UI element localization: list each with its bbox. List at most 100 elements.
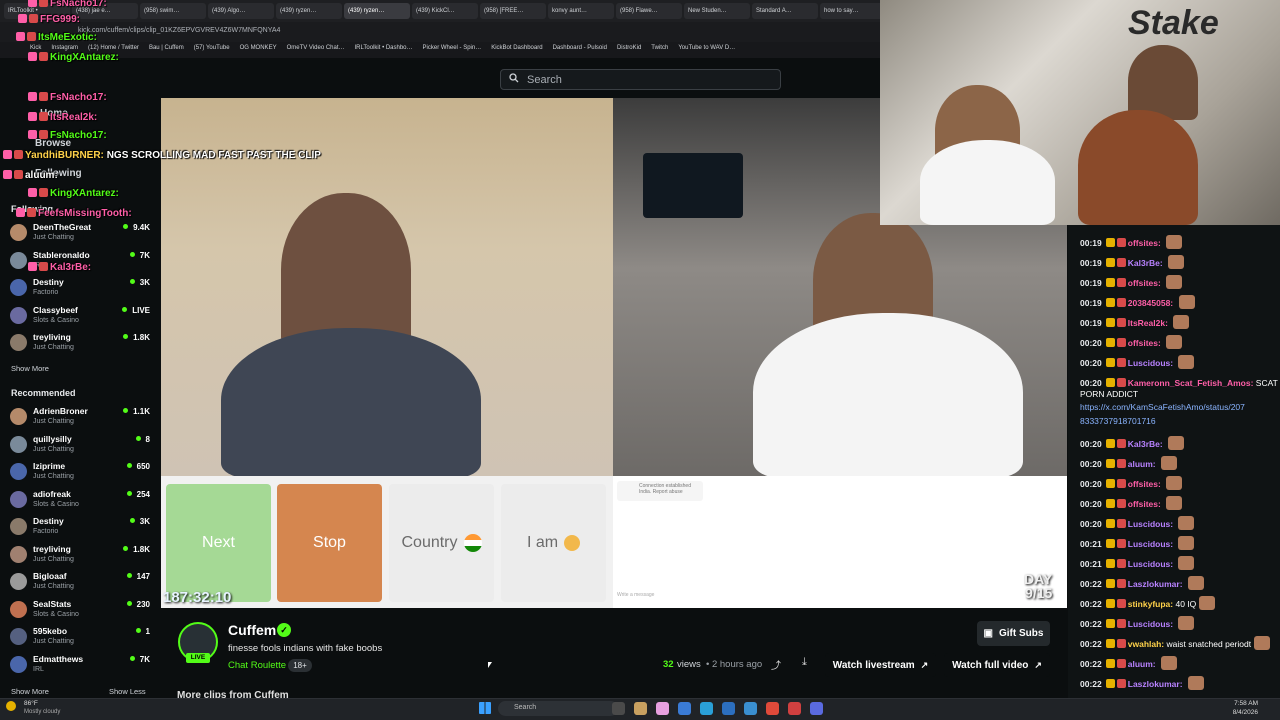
chat-username[interactable]: Luscidous:: [1128, 559, 1173, 569]
channel-avatar-icon: [10, 334, 27, 351]
gift-subs-button[interactable]: ▣ Gift Subs: [977, 621, 1050, 646]
sub-badge-icon: [1116, 338, 1126, 347]
channel-row[interactable]: treyliving Just Chatting 1.8K: [10, 543, 150, 569]
browser-tab[interactable]: how to say…: [820, 3, 880, 19]
channel-row-category: Slots & Casino: [33, 316, 79, 324]
browser-tab[interactable]: (958) Flawe…: [616, 3, 682, 19]
browser-tab[interactable]: (958) [FREE…: [480, 3, 546, 19]
day-label: DAY: [1024, 571, 1053, 587]
share-icon[interactable]: ⤴: [771, 657, 785, 672]
show-more-button[interactable]: Show More: [11, 364, 49, 373]
watch-livestream-button[interactable]: Watch livestream ↗: [825, 653, 936, 677]
message-input[interactable]: Write a message: [617, 592, 654, 598]
chat-message: 00:19 offsites:: [1080, 275, 1183, 289]
channel-row-viewers: LIVE: [122, 306, 150, 315]
channel-row[interactable]: adiofreak Slots & Casino 254: [10, 488, 150, 514]
chat-message: 00:19 Kal3rBe:: [1080, 255, 1185, 269]
channel-row[interactable]: Iziprime Just Chatting 650: [10, 460, 150, 486]
sub-badge-icon: [1116, 538, 1126, 548]
chat-username[interactable]: Kal3rBe:: [1128, 439, 1163, 449]
show-less-button[interactable]: Show Less: [109, 687, 146, 696]
mail-icon[interactable]: [722, 702, 735, 715]
sub-badge-icon: [28, 188, 37, 197]
chat-username[interactable]: Kameronn_Scat_Fetish_Amos:: [1128, 378, 1254, 388]
iam-button[interactable]: I am: [501, 484, 606, 602]
recommended-title: Recommended: [11, 388, 76, 398]
next-button[interactable]: Next: [166, 484, 271, 602]
chat-username[interactable]: Kal3rBe:: [1128, 258, 1163, 268]
channel-row-category: Just Chatting: [33, 638, 74, 645]
bookmark-item[interactable]: Dashboard - Pulsoid: [553, 45, 607, 55]
wall-sign: [643, 153, 743, 218]
watch-full-video-button[interactable]: Watch full video ↗: [944, 653, 1050, 677]
chat-username[interactable]: stinkyfupa:: [1128, 599, 1173, 609]
channel-row[interactable]: Classybeef Slots & Casino LIVE: [10, 304, 150, 330]
chat-username[interactable]: 203845058:: [1128, 298, 1173, 308]
country-button[interactable]: Country: [389, 484, 494, 602]
chat-username[interactable]: Laszlokumar:: [1128, 579, 1183, 589]
bookmark-item[interactable]: KickBot Dashboard: [491, 45, 542, 55]
task-view-icon[interactable]: [612, 702, 625, 715]
teams-icon[interactable]: [810, 702, 823, 715]
start-icon[interactable]: [479, 702, 491, 714]
gift-badge-icon: [14, 150, 23, 159]
bookmark-item[interactable]: YouTube to WAV D…: [678, 45, 735, 55]
chat-username[interactable]: offsites:: [1128, 338, 1161, 348]
bookmark-item[interactable]: Picker Wheel - Spin…: [423, 45, 482, 55]
chat-username[interactable]: Luscidous:: [1128, 539, 1173, 549]
gift-badge-icon: [39, 0, 48, 7]
chat-username[interactable]: offsites:: [1128, 238, 1161, 248]
category-link[interactable]: Chat Roulette: [228, 660, 286, 671]
channel-row[interactable]: AdrienBroner Just Chatting 1.1K: [10, 405, 150, 431]
browser-tab[interactable]: New Studen…: [684, 3, 750, 19]
store-icon[interactable]: [700, 702, 713, 715]
sub-badge-icon: [1116, 478, 1126, 488]
iam-label: I am: [526, 534, 559, 551]
chat-message: 00:20 Luscidous:: [1080, 515, 1195, 530]
browser-tab[interactable]: konvy aunt…: [548, 3, 614, 19]
chat-username[interactable]: aluum:: [1128, 459, 1156, 469]
overlay-chat-message: ItsReal2k:: [28, 112, 97, 123]
download-icon[interactable]: ⤓: [802, 656, 816, 670]
chat-username[interactable]: ItsReal2k:: [1128, 318, 1168, 328]
chat-username[interactable]: Laszlokumar:: [1128, 679, 1183, 689]
file-explorer-icon[interactable]: [634, 702, 647, 715]
chat-timestamp: 00:22: [1080, 678, 1102, 689]
channel-row-viewers: 254: [127, 490, 150, 499]
bookmark-item[interactable]: Twitch: [651, 45, 668, 55]
channel-row-name: Classybeef: [33, 304, 78, 315]
chat-username[interactable]: Luscidous:: [1128, 619, 1173, 629]
chat-username[interactable]: Luscidous:: [1128, 519, 1173, 529]
crown-badge-icon: [1105, 358, 1115, 367]
channel-row-name: 595kebo: [33, 626, 68, 636]
browser-tab[interactable]: (439) KickCl…: [412, 3, 478, 19]
chat-username[interactable]: offsites:: [1128, 479, 1161, 489]
channel-row[interactable]: 595kebo Just Chatting 1: [10, 625, 150, 651]
channel-row[interactable]: treyliving Just Chatting 1.8K: [10, 331, 150, 357]
chat-username[interactable]: vwahlah:: [1128, 639, 1164, 649]
chat-timestamp: 00:20: [1080, 458, 1102, 469]
channel-row[interactable]: Bigloaaf Just Chatting 147: [10, 570, 150, 596]
search-input[interactable]: Search: [500, 69, 781, 90]
edge-icon[interactable]: [678, 702, 691, 715]
app-icon[interactable]: [766, 702, 779, 715]
chat-username[interactable]: Luscidous:: [1128, 358, 1173, 368]
stop-button[interactable]: Stop: [277, 484, 382, 602]
photos-icon[interactable]: [656, 702, 669, 715]
channel-name[interactable]: Cuffem: [228, 622, 276, 638]
bookmark-item[interactable]: DistroKid: [617, 45, 641, 55]
taskbar-search[interactable]: Search: [498, 701, 618, 716]
chat-username[interactable]: offsites:: [1128, 499, 1161, 509]
discord-icon[interactable]: [788, 702, 801, 715]
show-more-button-2[interactable]: Show More: [11, 687, 49, 696]
channel-row[interactable]: SealStats Slots & Casino 230: [10, 598, 150, 624]
channel-row[interactable]: Edmatthews IRL 7K: [10, 653, 150, 679]
channel-row[interactable]: Destiny Factorio 3K: [10, 515, 150, 541]
chat-username[interactable]: aluum:: [1128, 659, 1156, 669]
channel-row[interactable]: quillysilly Just Chatting 8: [10, 433, 150, 459]
chrome-icon[interactable]: [744, 702, 757, 715]
weather-temp: 86°F: [24, 700, 38, 707]
chat-username[interactable]: offsites:: [1128, 278, 1161, 288]
search-placeholder: Search: [527, 73, 562, 86]
browser-tab[interactable]: Standard A…: [752, 3, 818, 19]
